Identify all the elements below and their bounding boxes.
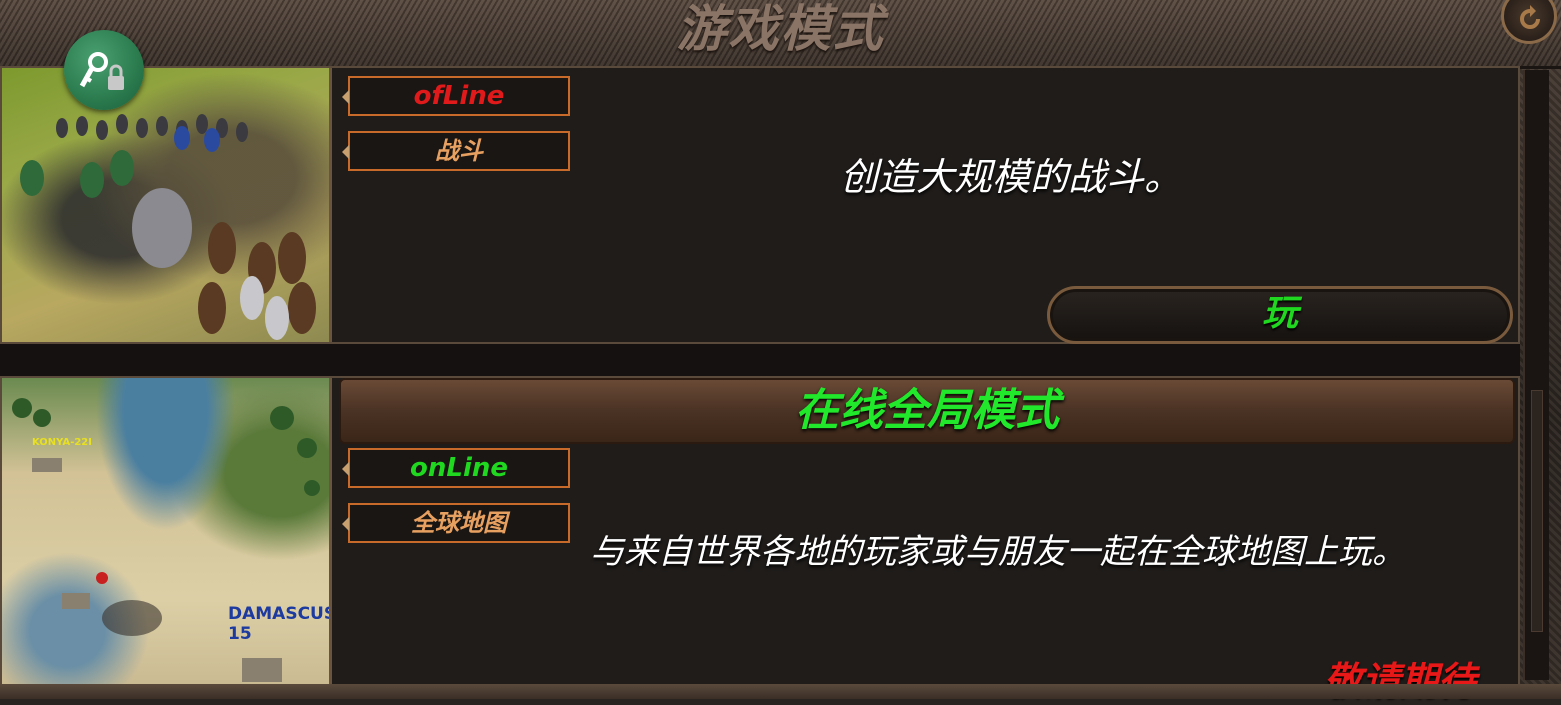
mode-card-online-global[interactable]: KONYA-22I DAMASCUS-15 在线全局模式 onLine 全球地图… — [0, 376, 1520, 703]
offline-status-label: ofLine — [413, 81, 505, 111]
mode-list[interactable]: ofLine 战斗 创造大规模的战斗。 玩 KONYA-22I DAMASCUS… — [0, 66, 1520, 703]
battle-type-label: 战斗 — [435, 137, 483, 165]
map-city-label: KONYA-22I — [32, 437, 92, 448]
page-title: 游戏模式 — [676, 0, 885, 58]
header-bar: 游戏模式 — [0, 0, 1561, 69]
map-scene-image — [12, 398, 320, 682]
online-global-banner: 在线全局模式 — [339, 378, 1515, 444]
online-status-label: onLine — [410, 453, 508, 483]
global-map-thumbnail: KONYA-22I DAMASCUS-15 — [2, 378, 332, 694]
battle-type-tag: 战斗 — [342, 131, 570, 171]
battle-description: 创造大规模的战斗。 — [840, 155, 1183, 199]
global-description: 与来自世界各地的玩家或与朋友一起在全球地图上玩。 — [590, 532, 1406, 572]
offline-status-tag: ofLine — [342, 76, 570, 116]
battle-scene-image — [20, 114, 316, 340]
battle-thumbnail — [2, 68, 332, 342]
mode-card-offline-battle[interactable]: ofLine 战斗 创造大规模的战斗。 玩 — [0, 66, 1520, 344]
online-status-tag: onLine — [342, 448, 570, 488]
map-city-label: DAMASCUS-15 — [228, 604, 332, 644]
global-map-type-label: 全球地图 — [411, 509, 507, 537]
refresh-back-icon — [1520, 5, 1540, 29]
key-lock-icon — [79, 52, 124, 90]
global-map-type-tag: 全球地图 — [342, 503, 570, 543]
list-scrollbar[interactable] — [1523, 70, 1549, 680]
play-button[interactable]: 玩 — [1047, 286, 1513, 344]
lock-button[interactable] — [64, 30, 144, 110]
scrollbar-thumb[interactable] — [1531, 390, 1543, 632]
footer-frame — [0, 684, 1561, 699]
